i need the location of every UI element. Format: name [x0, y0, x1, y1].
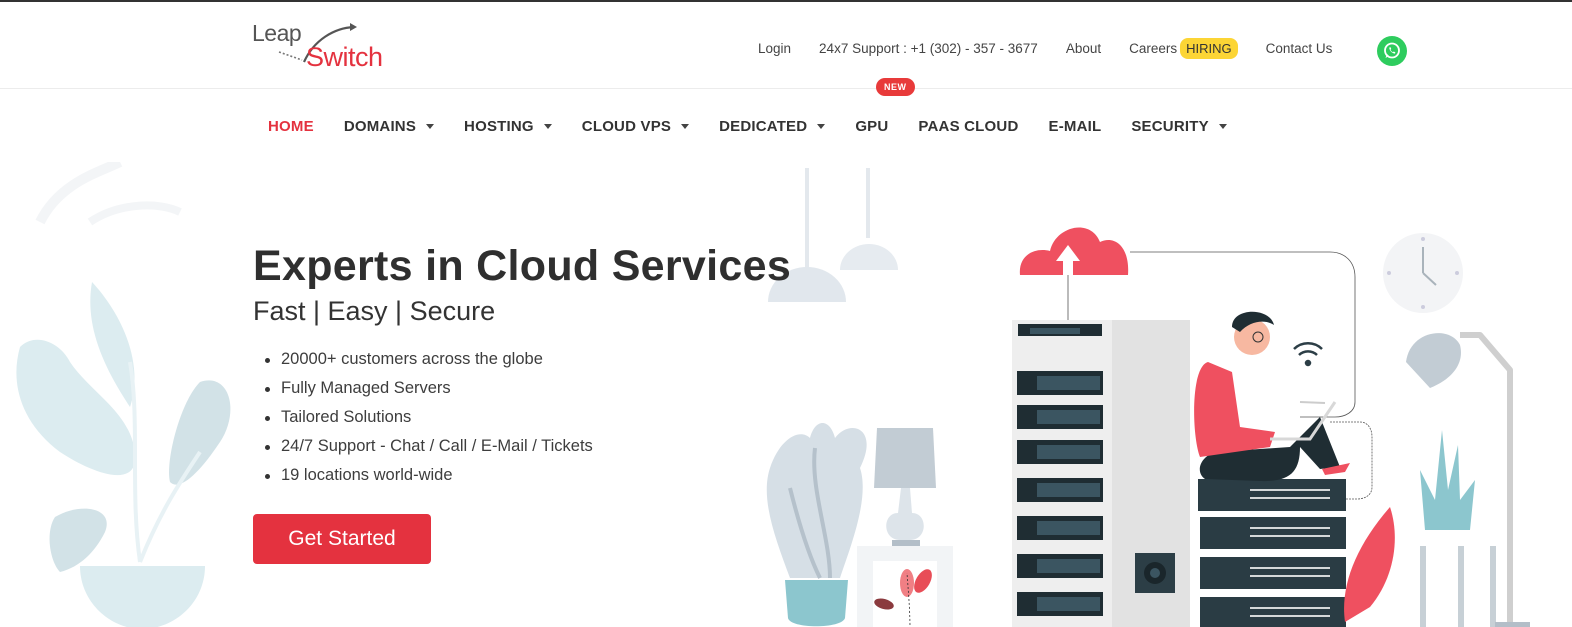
hiring-badge: HIRING [1180, 38, 1238, 59]
feature-list: 20000+ customers across the globe Fully … [265, 350, 593, 495]
login-link[interactable]: Login [758, 41, 791, 56]
support-phone-link[interactable]: 24x7 Support : +1 (302) - 357 - 3677 [819, 41, 1038, 56]
nav-cloud-vps-label: CLOUD VPS [581, 118, 672, 135]
clock-icon [1383, 233, 1463, 313]
logo-text-leap: Leap [252, 20, 302, 46]
wifi-icon [1293, 342, 1323, 367]
utility-nav: Login 24x7 Support : +1 (302) - 357 - 36… [758, 38, 1360, 59]
feature-item: Fully Managed Servers [265, 379, 593, 408]
interior-decor-illustration [766, 168, 953, 627]
nav-gpu[interactable]: GPU [855, 118, 888, 135]
new-badge: NEW [876, 78, 915, 96]
nav-paas-cloud-label: PAAS CLOUD [918, 118, 1019, 135]
get-started-button[interactable]: Get Started [253, 514, 431, 564]
contact-us-link[interactable]: Contact Us [1266, 41, 1333, 56]
feature-item: 19 locations world-wide [265, 466, 593, 495]
decorative-plant-illustration [16, 162, 231, 627]
caret-down-icon [817, 124, 826, 129]
cloud-upload-icon [1019, 227, 1129, 275]
nav-security[interactable]: SECURITY [1131, 118, 1227, 135]
top-bar: Leap Switch Login 24x7 Support : +1 (302… [0, 4, 1572, 89]
nav-email-label: E-MAIL [1048, 118, 1102, 135]
logo-text-switch: Switch [306, 42, 383, 72]
nav-gpu-label: GPU [855, 118, 889, 135]
server-stack [1198, 479, 1346, 627]
cloud-server-illustration [1012, 227, 1395, 627]
careers-link[interactable]: Careers HIRING [1129, 38, 1238, 59]
caret-down-icon [543, 124, 552, 129]
feature-item: Tailored Solutions [265, 408, 593, 437]
caret-down-icon [426, 124, 435, 129]
caret-down-icon [1218, 124, 1227, 129]
about-link[interactable]: About [1066, 41, 1101, 56]
nav-home[interactable]: HOME [268, 118, 314, 135]
feature-item: 20000+ customers across the globe [265, 350, 593, 379]
nav-hosting[interactable]: HOSTING [464, 118, 552, 135]
nav-security-label: SECURITY [1131, 118, 1209, 135]
nav-dedicated[interactable]: DEDICATED [719, 118, 826, 135]
person-with-laptop [1194, 311, 1350, 482]
main-nav: HOME DOMAINS HOSTING CLOUD VPS DEDICATED… [268, 118, 1257, 135]
caret-down-icon [681, 124, 690, 129]
careers-label: Careers [1129, 41, 1178, 56]
nav-home-label: HOME [268, 118, 314, 135]
logo[interactable]: Leap Switch [252, 20, 397, 75]
nav-email[interactable]: E-MAIL [1048, 118, 1101, 135]
nav-dedicated-label: DEDICATED [719, 118, 808, 135]
feature-item: 24/7 Support - Chat / Call / E-Mail / Ti… [265, 437, 593, 466]
nav-domains[interactable]: DOMAINS [343, 118, 435, 135]
hero-subtitle: Fast | Easy | Secure [253, 296, 496, 326]
nav-paas-cloud[interactable]: PAAS CLOUD [918, 118, 1018, 135]
nav-domains-label: DOMAINS [343, 118, 417, 135]
nav-cloud-vps[interactable]: CLOUD VPS [581, 118, 690, 135]
nav-hosting-label: HOSTING [464, 118, 534, 135]
whatsapp-icon[interactable] [1377, 36, 1407, 66]
clock-lamp-illustration [1383, 233, 1530, 627]
hero-title: Experts in Cloud Services [253, 242, 792, 290]
